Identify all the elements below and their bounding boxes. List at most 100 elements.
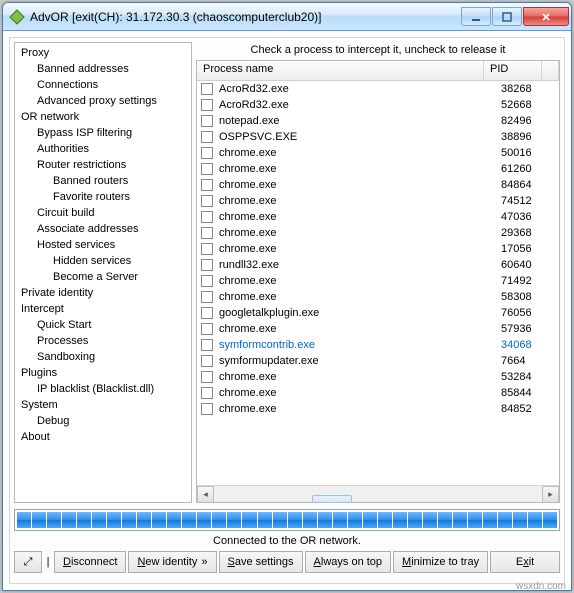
- process-row[interactable]: googletalkplugin.exe76056: [197, 305, 559, 321]
- process-checkbox[interactable]: [201, 387, 213, 399]
- scroll-left-icon[interactable]: ◂: [197, 486, 214, 503]
- tree-node[interactable]: Quick Start: [15, 317, 191, 333]
- progress-block: [288, 512, 302, 528]
- expand-icon-button[interactable]: ⤢: [14, 551, 42, 573]
- process-checkbox[interactable]: [201, 83, 213, 95]
- process-row[interactable]: chrome.exe29368: [197, 225, 559, 241]
- tree-node[interactable]: Proxy: [15, 45, 191, 61]
- process-list: Process name PID AcroRd32.exe38268AcroRd…: [196, 60, 560, 503]
- process-checkbox[interactable]: [201, 115, 213, 127]
- tree-node[interactable]: System: [15, 397, 191, 413]
- process-row[interactable]: chrome.exe84864: [197, 177, 559, 193]
- list-header[interactable]: Process name PID: [197, 61, 559, 81]
- process-checkbox[interactable]: [201, 243, 213, 255]
- process-name: chrome.exe: [217, 387, 501, 399]
- exit-button[interactable]: Exit: [490, 551, 560, 573]
- tree-node[interactable]: Authorities: [15, 141, 191, 157]
- col-pid[interactable]: PID: [484, 61, 542, 80]
- tree-node[interactable]: About: [15, 429, 191, 445]
- process-row[interactable]: chrome.exe50016: [197, 145, 559, 161]
- tree-node[interactable]: Sandboxing: [15, 349, 191, 365]
- tree-node[interactable]: Advanced proxy settings: [15, 93, 191, 109]
- process-row[interactable]: chrome.exe17056: [197, 241, 559, 257]
- process-checkbox[interactable]: [201, 355, 213, 367]
- process-row[interactable]: rundll32.exe60640: [197, 257, 559, 273]
- process-checkbox[interactable]: [201, 195, 213, 207]
- tree-node[interactable]: Associate addresses: [15, 221, 191, 237]
- process-checkbox[interactable]: [201, 211, 213, 223]
- process-checkbox[interactable]: [201, 291, 213, 303]
- tree-node[interactable]: OR network: [15, 109, 191, 125]
- tree-node[interactable]: IP blacklist (Blacklist.dll): [15, 381, 191, 397]
- tree-node[interactable]: Connections: [15, 77, 191, 93]
- titlebar[interactable]: AdvOR [exit(CH): 31.172.30.3 (chaoscompu…: [3, 3, 571, 31]
- process-checkbox[interactable]: [201, 131, 213, 143]
- process-row[interactable]: chrome.exe61260: [197, 161, 559, 177]
- new-identity-button[interactable]: New identity»: [128, 551, 216, 573]
- process-row[interactable]: chrome.exe71492: [197, 273, 559, 289]
- process-checkbox[interactable]: [201, 275, 213, 287]
- process-checkbox[interactable]: [201, 163, 213, 175]
- tree-node[interactable]: Private identity: [15, 285, 191, 301]
- tree-node[interactable]: Banned addresses: [15, 61, 191, 77]
- save-settings-button[interactable]: Save settings: [219, 551, 303, 573]
- tree-node[interactable]: Circuit build: [15, 205, 191, 221]
- scroll-right-icon[interactable]: ▸: [542, 486, 559, 503]
- process-checkbox[interactable]: [201, 339, 213, 351]
- maximize-button[interactable]: [492, 7, 522, 26]
- close-button[interactable]: [523, 7, 569, 26]
- process-pid: 61260: [501, 163, 559, 175]
- process-checkbox[interactable]: [201, 307, 213, 319]
- disconnect-button[interactable]: Disconnect: [54, 551, 126, 573]
- progress-block: [167, 512, 181, 528]
- tree-node[interactable]: Banned routers: [15, 173, 191, 189]
- progress-block: [273, 512, 287, 528]
- button-bar: ⤢ | Disconnect New identity» Save settin…: [14, 551, 560, 573]
- process-row[interactable]: OSPPSVC.EXE38896: [197, 129, 559, 145]
- minimize-button[interactable]: [461, 7, 491, 26]
- tree-node[interactable]: Bypass ISP filtering: [15, 125, 191, 141]
- always-on-top-button[interactable]: Always on top: [305, 551, 392, 573]
- process-checkbox[interactable]: [201, 227, 213, 239]
- tree-node[interactable]: Router restrictions: [15, 157, 191, 173]
- process-row[interactable]: notepad.exe82496: [197, 113, 559, 129]
- minimize-to-tray-button[interactable]: Minimize to tray: [393, 551, 488, 573]
- process-row[interactable]: symformupdater.exe7664: [197, 353, 559, 369]
- process-row[interactable]: chrome.exe53284: [197, 369, 559, 385]
- process-row[interactable]: chrome.exe84852: [197, 401, 559, 417]
- tree-node[interactable]: Hosted services: [15, 237, 191, 253]
- process-checkbox[interactable]: [201, 371, 213, 383]
- process-row[interactable]: AcroRd32.exe38268: [197, 81, 559, 97]
- process-row[interactable]: chrome.exe57936: [197, 321, 559, 337]
- process-checkbox[interactable]: [201, 147, 213, 159]
- col-process-name[interactable]: Process name: [197, 61, 484, 80]
- process-checkbox[interactable]: [201, 403, 213, 415]
- progress-bar: [14, 509, 560, 531]
- process-row[interactable]: AcroRd32.exe52668: [197, 97, 559, 113]
- process-row[interactable]: chrome.exe74512: [197, 193, 559, 209]
- upper-pane: ProxyBanned addressesConnectionsAdvanced…: [14, 42, 560, 503]
- process-checkbox[interactable]: [201, 99, 213, 111]
- tree-node[interactable]: Become a Server: [15, 269, 191, 285]
- process-row[interactable]: chrome.exe85844: [197, 385, 559, 401]
- process-checkbox[interactable]: [201, 179, 213, 191]
- process-name: chrome.exe: [217, 291, 501, 303]
- tree-node[interactable]: Hidden services: [15, 253, 191, 269]
- process-pid: 71492: [501, 275, 559, 287]
- process-checkbox[interactable]: [201, 259, 213, 271]
- process-row[interactable]: chrome.exe58308: [197, 289, 559, 305]
- hint-label: Check a process to intercept it, uncheck…: [196, 42, 560, 60]
- tree-node[interactable]: Debug: [15, 413, 191, 429]
- tree-node[interactable]: Processes: [15, 333, 191, 349]
- scroll-thumb[interactable]: [312, 495, 352, 503]
- process-row[interactable]: symformcontrib.exe34068: [197, 337, 559, 353]
- tree-node[interactable]: Favorite routers: [15, 189, 191, 205]
- list-body[interactable]: AcroRd32.exe38268AcroRd32.exe52668notepa…: [197, 81, 559, 485]
- progress-block: [348, 512, 362, 528]
- process-row[interactable]: chrome.exe47036: [197, 209, 559, 225]
- tree-node[interactable]: Plugins: [15, 365, 191, 381]
- horizontal-scrollbar[interactable]: ◂ ▸: [197, 485, 559, 502]
- process-checkbox[interactable]: [201, 323, 213, 335]
- tree-node[interactable]: Intercept: [15, 301, 191, 317]
- nav-tree[interactable]: ProxyBanned addressesConnectionsAdvanced…: [14, 42, 192, 503]
